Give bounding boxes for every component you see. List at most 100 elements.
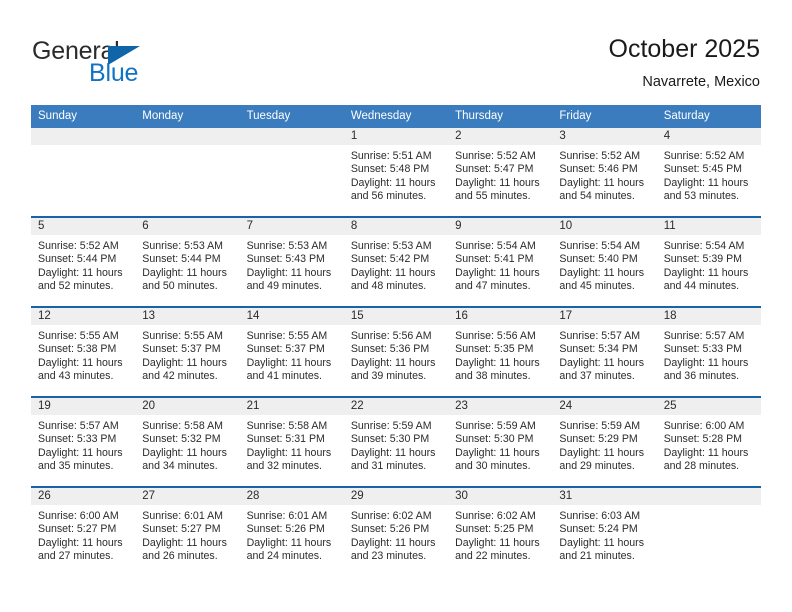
calendar-day-cell[interactable]: 14 Sunrise: 5:55 AM Sunset: 5:37 PM Dayligh…: [239, 306, 344, 397]
sunset-text: Sunset: 5:35 PM: [455, 343, 534, 356]
calendar-day-cell[interactable]: 28 Sunrise: 6:01 AM Sunset: 5:26 PM Dayligh…: [239, 486, 344, 576]
calendar-day-cell[interactable]: 1 Sunrise: 5:51 AM Sunset: 5:48 PM Daylight…: [343, 128, 449, 217]
calendar-day-cell[interactable]: 20 Sunrise: 5:58 AM Sunset: 5:32 PM Dayligh…: [135, 396, 240, 487]
calendar-day-cell[interactable]: 3 Sunrise: 5:52 AM Sunset: 5:46 PM Daylight…: [552, 128, 657, 217]
calendar-day-cell[interactable]: 11 Sunrise: 5:54 AM Sunset: 5:39 PM Dayligh…: [656, 216, 761, 307]
sunrise-text: Sunrise: 6:02 AM: [455, 510, 536, 522]
daylight-text-line1: Daylight: 11 hours: [663, 356, 749, 369]
sunset-text: Sunset: 5:37 PM: [246, 343, 325, 356]
daylight-text-line1: Daylight: 11 hours: [455, 446, 540, 459]
day-number: 1: [343, 128, 449, 145]
sunrise-text: Sunrise: 5:54 AM: [455, 240, 536, 252]
day-details: Sunrise: 5:52 AM Sunset: 5:47 PM Daylight:…: [448, 145, 552, 203]
day-details: Sunrise: 5:52 AM Sunset: 5:45 PM Daylight:…: [657, 145, 761, 203]
daylight-text-line2: and 32 minutes.: [246, 459, 322, 472]
calendar-day-cell[interactable]: 13 Sunrise: 5:55 AM Sunset: 5:37 PM Dayligh…: [135, 306, 240, 397]
daylight-text-line2: and 44 minutes.: [663, 279, 740, 292]
daylight-text-line2: and 37 minutes.: [559, 369, 635, 382]
daylight-text-line1: Daylight: 11 hours: [350, 536, 436, 549]
daylight-text-line1: Daylight: 11 hours: [663, 446, 749, 459]
day-details: Sunrise: 5:59 AM Sunset: 5:30 PM Daylight:…: [448, 415, 552, 473]
calendar-day-cell[interactable]: 10 Sunrise: 5:54 AM Sunset: 5:40 PM Dayligh…: [552, 216, 657, 307]
daylight-text-line2: and 42 minutes.: [142, 369, 218, 382]
sunrise-text: Sunrise: 5:58 AM: [246, 420, 328, 432]
general-blue-logo[interactable]: General Blue: [32, 38, 212, 90]
sunset-text: Sunset: 5:45 PM: [663, 163, 743, 176]
calendar-day-cell[interactable]: 2 Sunrise: 5:52 AM Sunset: 5:47 PM Daylight…: [448, 128, 553, 217]
day-details: Sunrise: 5:56 AM Sunset: 5:36 PM Daylight:…: [344, 325, 448, 383]
day-number: 20: [135, 398, 240, 415]
calendar-day-cell[interactable]: 22 Sunrise: 5:59 AM Sunset: 5:30 PM Dayligh…: [343, 396, 449, 487]
weekday-header-wednesday: Wednesday: [343, 105, 449, 128]
sunrise-text: Sunrise: 5:59 AM: [455, 420, 536, 432]
day-details: Sunrise: 6:01 AM Sunset: 5:27 PM Daylight:…: [135, 505, 239, 563]
daylight-text-line1: Daylight: 11 hours: [455, 536, 540, 549]
calendar-day-cell[interactable]: 6 Sunrise: 5:53 AM Sunset: 5:44 PM Daylight…: [135, 216, 240, 307]
sunset-text: Sunset: 5:39 PM: [663, 253, 743, 266]
daylight-text-line2: and 21 minutes.: [559, 549, 635, 562]
daylight-text-line2: and 52 minutes.: [38, 279, 114, 292]
daylight-text-line1: Daylight: 11 hours: [663, 266, 749, 279]
day-number: 5: [31, 218, 136, 235]
day-details: Sunrise: 6:02 AM Sunset: 5:26 PM Daylight:…: [344, 505, 448, 563]
calendar-day-cell[interactable]: 26 Sunrise: 6:00 AM Sunset: 5:27 PM Dayligh…: [31, 486, 136, 576]
sunrise-text: Sunrise: 6:03 AM: [559, 510, 641, 522]
calendar-day-cell[interactable]: 16 Sunrise: 5:56 AM Sunset: 5:35 PM Dayligh…: [448, 306, 553, 397]
daylight-text-line2: and 23 minutes.: [350, 549, 427, 562]
daylight-text-line1: Daylight: 11 hours: [38, 356, 123, 369]
calendar-day-cell[interactable]: 31 Sunrise: 6:03 AM Sunset: 5:24 PM Dayligh…: [552, 486, 657, 576]
day-number: 15: [343, 308, 449, 325]
daylight-text-line2: and 56 minutes.: [350, 189, 427, 202]
weekday-header-tuesday: Tuesday: [239, 105, 344, 128]
calendar-day-cell[interactable]: 21 Sunrise: 5:58 AM Sunset: 5:31 PM Dayligh…: [239, 396, 344, 487]
calendar-day-cell[interactable]: 29 Sunrise: 6:02 AM Sunset: 5:26 PM Dayligh…: [343, 486, 449, 576]
calendar-day-cell[interactable]: 12 Sunrise: 5:55 AM Sunset: 5:38 PM Dayligh…: [31, 306, 136, 397]
sunrise-text: Sunrise: 6:01 AM: [142, 510, 223, 522]
calendar-day-cell[interactable]: 9 Sunrise: 5:54 AM Sunset: 5:41 PM Daylight…: [448, 216, 553, 307]
daylight-text-line2: and 53 minutes.: [663, 189, 740, 202]
sunrise-text: Sunrise: 6:00 AM: [38, 510, 119, 522]
calendar-day-cell[interactable]: 25 Sunrise: 6:00 AM Sunset: 5:28 PM Dayligh…: [656, 396, 761, 487]
sunrise-text: Sunrise: 5:54 AM: [559, 240, 641, 252]
day-details: Sunrise: 6:01 AM Sunset: 5:26 PM Daylight:…: [240, 505, 344, 563]
daylight-text-line2: and 31 minutes.: [350, 459, 427, 472]
calendar-header-row: Sunday Monday Tuesday Wednesday Thursday…: [31, 105, 761, 128]
sunrise-text: Sunrise: 5:56 AM: [455, 330, 536, 342]
daylight-text-line2: and 30 minutes.: [455, 459, 531, 472]
sunrise-text: Sunrise: 5:54 AM: [663, 240, 745, 252]
day-number: 18: [656, 308, 761, 325]
sunset-text: Sunset: 5:28 PM: [663, 433, 743, 446]
day-details: Sunrise: 6:02 AM Sunset: 5:25 PM Daylight:…: [448, 505, 552, 563]
calendar-day-cell[interactable]: 19 Sunrise: 5:57 AM Sunset: 5:33 PM Dayligh…: [31, 396, 136, 487]
day-number: [135, 128, 240, 145]
calendar-day-cell[interactable]: 15 Sunrise: 5:56 AM Sunset: 5:36 PM Dayligh…: [343, 306, 449, 397]
calendar-day-cell[interactable]: 18 Sunrise: 5:57 AM Sunset: 5:33 PM Dayligh…: [656, 306, 761, 397]
day-details: Sunrise: 5:55 AM Sunset: 5:38 PM Daylight:…: [31, 325, 135, 383]
calendar-day-cell[interactable]: 5 Sunrise: 5:52 AM Sunset: 5:44 PM Daylight…: [31, 216, 136, 307]
daylight-text-line2: and 48 minutes.: [350, 279, 427, 292]
sunset-text: Sunset: 5:37 PM: [142, 343, 221, 356]
sunset-text: Sunset: 5:27 PM: [38, 523, 117, 536]
day-details: Sunrise: 5:53 AM Sunset: 5:42 PM Daylight:…: [344, 235, 448, 293]
calendar-body: 1 Sunrise: 5:51 AM Sunset: 5:48 PM Daylight…: [31, 128, 761, 576]
calendar-day-cell[interactable]: 23 Sunrise: 5:59 AM Sunset: 5:30 PM Dayligh…: [448, 396, 553, 487]
day-number: 23: [448, 398, 553, 415]
calendar-day-cell[interactable]: 27 Sunrise: 6:01 AM Sunset: 5:27 PM Dayligh…: [135, 486, 240, 576]
daylight-text-line2: and 39 minutes.: [350, 369, 427, 382]
calendar-week-row: 1 Sunrise: 5:51 AM Sunset: 5:48 PM Daylight…: [31, 128, 761, 217]
weekday-header-saturday: Saturday: [656, 105, 761, 128]
calendar-day-cell[interactable]: 4 Sunrise: 5:52 AM Sunset: 5:45 PM Daylight…: [656, 128, 761, 217]
sunset-text: Sunset: 5:47 PM: [455, 163, 534, 176]
calendar-day-cell[interactable]: 7 Sunrise: 5:53 AM Sunset: 5:43 PM Daylight…: [239, 216, 344, 307]
daylight-text-line2: and 24 minutes.: [246, 549, 322, 562]
sunset-text: Sunset: 5:31 PM: [246, 433, 325, 446]
daylight-text-line1: Daylight: 11 hours: [142, 266, 227, 279]
calendar-day-cell[interactable]: 8 Sunrise: 5:53 AM Sunset: 5:42 PM Daylight…: [343, 216, 449, 307]
sunset-text: Sunset: 5:26 PM: [350, 523, 430, 536]
day-details: Sunrise: 5:57 AM Sunset: 5:33 PM Daylight:…: [31, 415, 135, 473]
sunrise-text: Sunrise: 5:52 AM: [663, 150, 745, 162]
calendar-day-cell[interactable]: 24 Sunrise: 5:59 AM Sunset: 5:29 PM Dayligh…: [552, 396, 657, 487]
daylight-text-line1: Daylight: 11 hours: [455, 266, 540, 279]
calendar-day-cell[interactable]: 17 Sunrise: 5:57 AM Sunset: 5:34 PM Dayligh…: [552, 306, 657, 397]
calendar-day-cell[interactable]: 30 Sunrise: 6:02 AM Sunset: 5:25 PM Dayligh…: [448, 486, 553, 576]
